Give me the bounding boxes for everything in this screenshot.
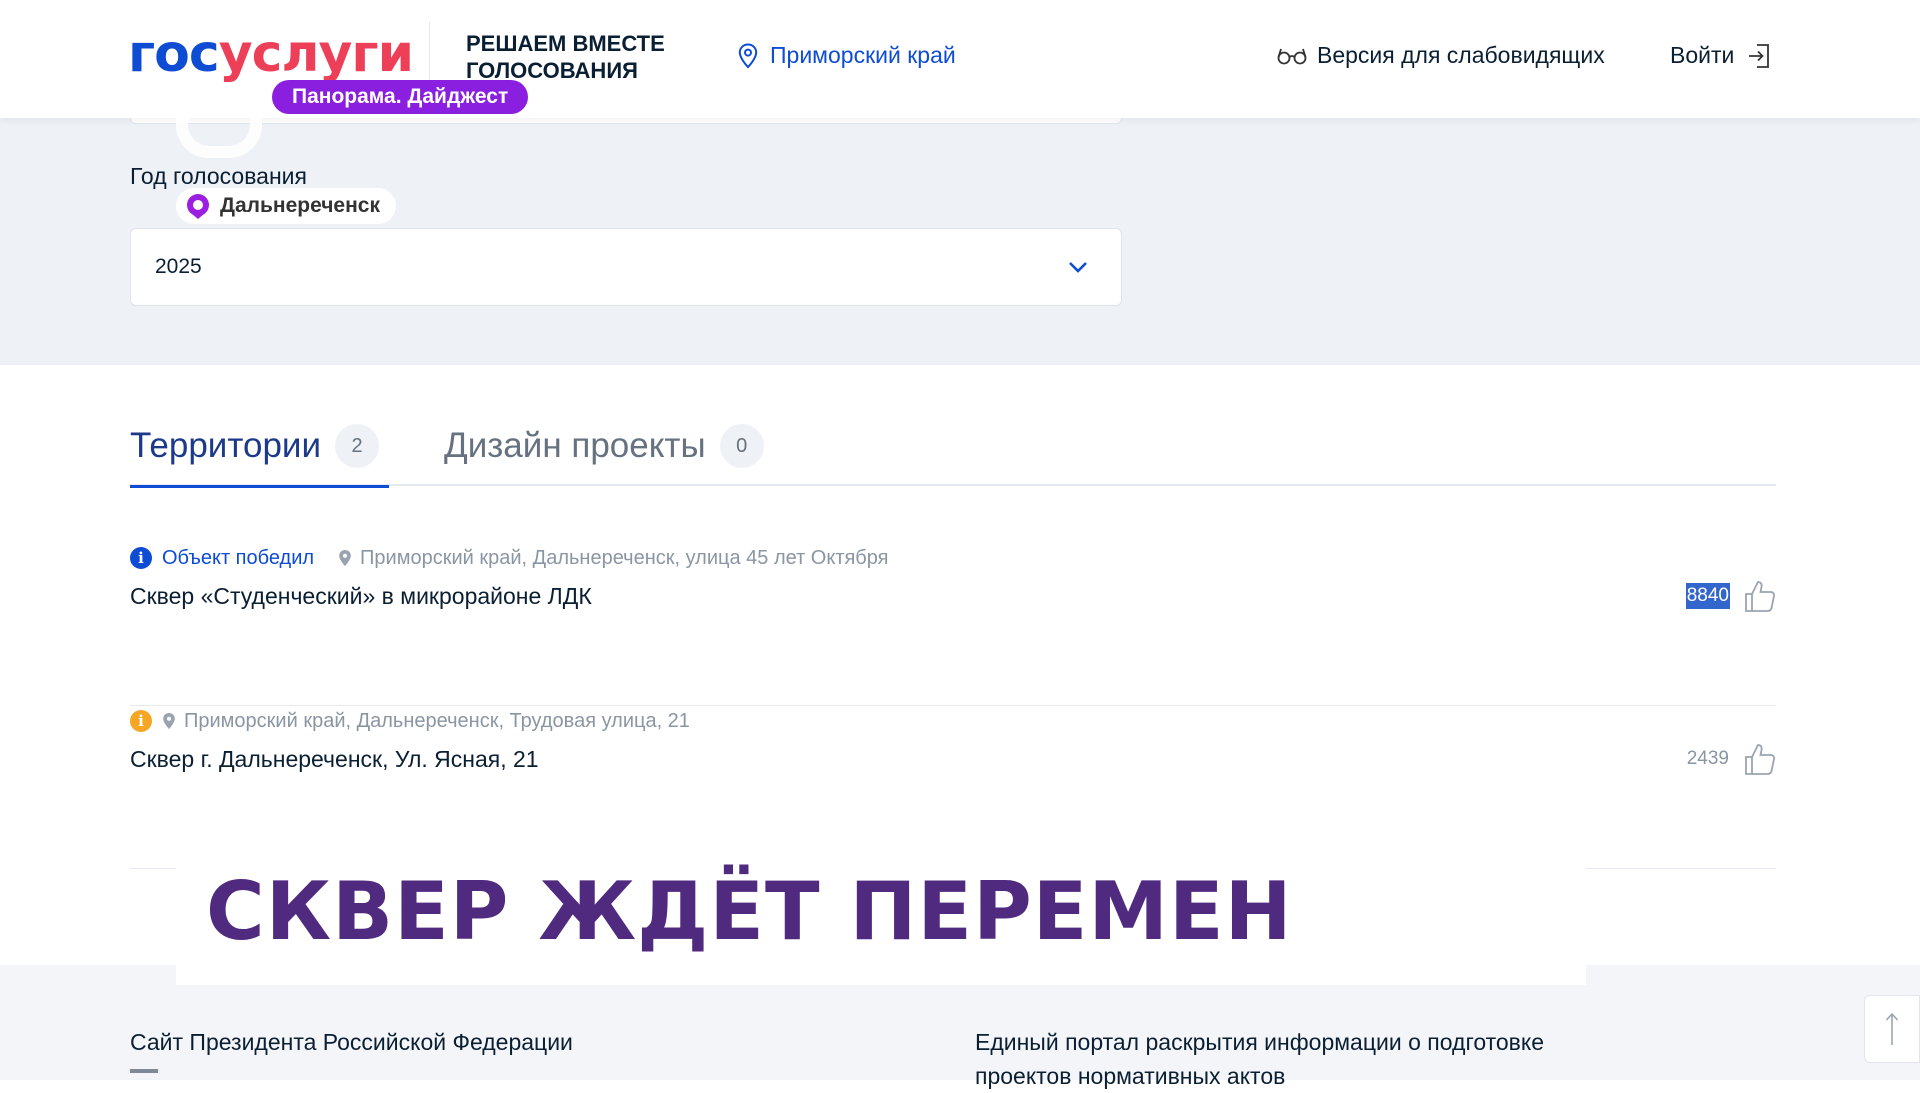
location-pin-icon [738, 42, 758, 69]
tab-design-projects-count: 0 [719, 424, 764, 468]
info-icon: i [130, 547, 152, 569]
previous-select-edge [130, 118, 1122, 124]
year-select[interactable]: 2025 [130, 228, 1122, 306]
vote-count: 8840 [1685, 583, 1730, 609]
item-address-text: Приморский край, Дальнереченск, Трудовая… [184, 709, 690, 732]
footer-cut-text [130, 1069, 158, 1073]
location-pin-icon [163, 713, 175, 729]
thumbs-up-icon[interactable] [1744, 742, 1776, 776]
tab-design-projects-label: Дизайн проекты [444, 426, 706, 465]
vote-count: 2439 [1686, 748, 1729, 769]
list-item[interactable]: i Объект победил Приморский край, Дальне… [130, 543, 1776, 706]
digest-badge: Панорама. Дайджест [272, 80, 529, 114]
item-title[interactable]: Сквер г. Дальнереченск, Ул. Ясная, 21 [130, 746, 539, 773]
status-label: Объект победил [162, 546, 315, 569]
logo-part-uslugi: услуги [218, 24, 414, 84]
tabs-bar: Территории 2 Дизайн проекты 0 [130, 416, 1776, 488]
item-votes: 8840 [1685, 579, 1776, 613]
arrow-up-icon [1885, 1012, 1899, 1045]
city-badge: Дальнереченск [176, 188, 396, 224]
year-select-value: 2025 [155, 255, 202, 278]
city-label: Дальнереченск [220, 194, 380, 217]
info-icon: i [130, 710, 152, 732]
item-address: Приморский край, Дальнереченск, Трудовая… [162, 710, 690, 733]
thumbs-up-icon[interactable] [1744, 579, 1776, 613]
glasses-icon [1277, 48, 1307, 64]
item-title[interactable]: Сквер «Студенческий» в микрорайоне ЛДК [130, 583, 592, 610]
item-meta: i Объект победил Приморский край, Дальне… [130, 543, 889, 573]
low-vision-label: Версия для слабовидящих [1317, 42, 1605, 68]
video-caption: СКВЕР ЖДЁТ ПЕРЕМЕН [206, 865, 1293, 958]
scroll-top-button[interactable] [1864, 995, 1920, 1063]
region-selector[interactable]: Приморский край [738, 42, 956, 69]
low-vision-link[interactable]: Версия для слабовидящих [1277, 42, 1605, 69]
login-icon [1749, 43, 1770, 68]
login-label: Войти [1670, 42, 1735, 68]
year-filter-label: Год голосования [130, 163, 307, 189]
project-title[interactable]: РЕШАЕМ ВМЕСТЕ ГОЛОСОВАНИЯ [466, 30, 706, 84]
region-label: Приморский край [770, 42, 956, 68]
chevron-down-icon [1069, 262, 1087, 273]
item-address: Приморский край, Дальнереченск, улица 45… [338, 546, 889, 570]
item-meta: i Приморский край, Дальнереченск, Трудов… [130, 706, 690, 736]
item-address-text: Приморский край, Дальнереченск, улица 45… [360, 546, 889, 569]
tab-territories[interactable]: Территории 2 [130, 424, 390, 488]
item-votes: 2439 [1686, 742, 1776, 776]
tab-territories-count: 2 [335, 424, 380, 468]
logo-part-gos: гос [128, 24, 220, 84]
footer-link-regulation-portal[interactable]: Единый портал раскрытия информации о под… [975, 1025, 1595, 1093]
city-pin-icon [187, 194, 209, 219]
digest-dot-decoration [176, 92, 262, 158]
footer-link-president[interactable]: Сайт Президента Российской Федерации [130, 1025, 573, 1059]
tab-territories-label: Территории [130, 426, 322, 465]
location-pin-icon [339, 550, 351, 566]
gosuslugi-logo[interactable]: госуслуги [128, 24, 414, 84]
login-button[interactable]: Войти [1670, 42, 1770, 69]
tab-design-projects[interactable]: Дизайн проекты 0 [444, 424, 764, 486]
